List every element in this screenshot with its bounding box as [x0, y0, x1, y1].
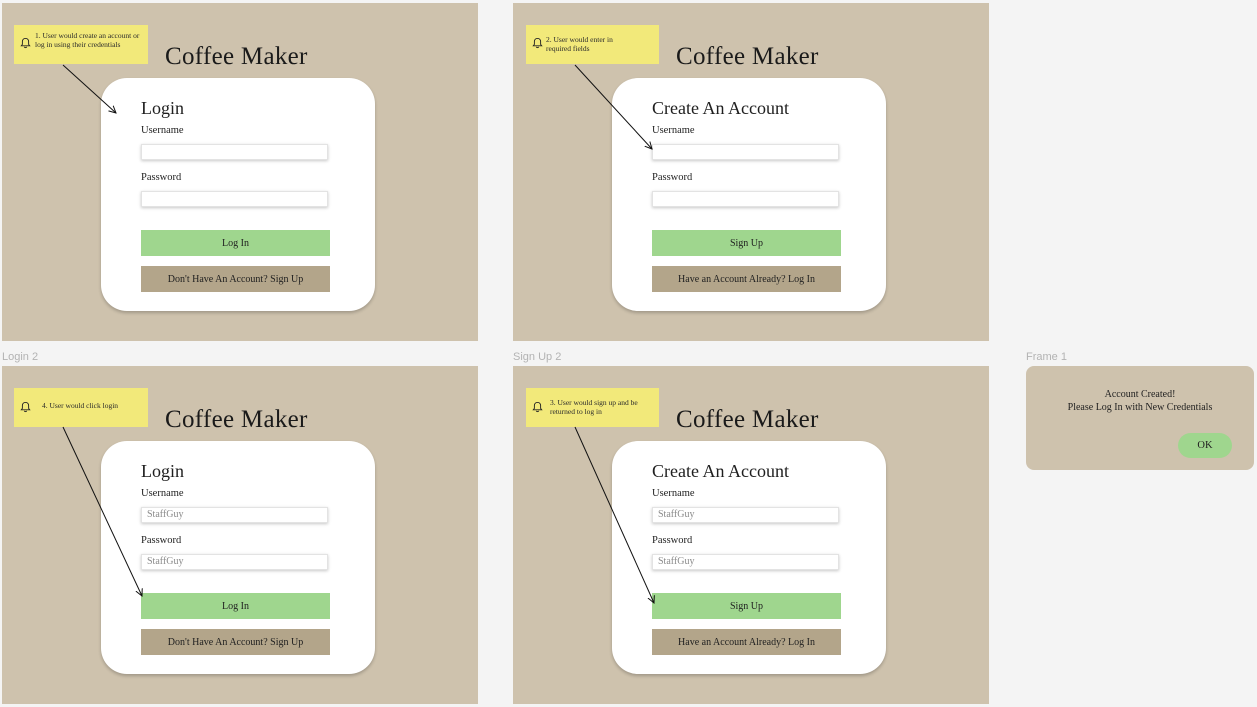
- signup-button[interactable]: Sign Up: [652, 230, 841, 256]
- login-card: Login Username Password Log In Don't Hav…: [101, 78, 375, 311]
- app-title: Coffee Maker: [165, 43, 308, 70]
- login-heading: Login: [141, 461, 184, 481]
- app-title: Coffee Maker: [676, 406, 819, 433]
- note-text: 2. User would enter in required fields: [546, 35, 613, 53]
- app-title: Coffee Maker: [676, 43, 819, 70]
- username-input[interactable]: [141, 144, 328, 160]
- bell-icon: [20, 37, 31, 49]
- password-label: Password: [652, 535, 693, 546]
- app-title: Coffee Maker: [165, 406, 308, 433]
- frame-login: Coffee Maker Login Username Password Log…: [2, 3, 478, 341]
- password-label: Password: [652, 172, 693, 183]
- username-label: Username: [652, 125, 695, 136]
- signup-heading: Create An Account: [652, 461, 789, 481]
- sticky-note-step1: 1. User would create an account or log i…: [14, 25, 148, 64]
- signup-link-button[interactable]: Don't Have An Account? Sign Up: [141, 629, 330, 655]
- dialog-message: Please Log In with New Credentials: [1067, 402, 1213, 413]
- username-label: Username: [141, 125, 184, 136]
- password-label: Password: [141, 535, 182, 546]
- username-input[interactable]: [652, 144, 839, 160]
- bell-icon: [20, 401, 31, 413]
- bell-icon: [532, 401, 543, 413]
- login-button[interactable]: Log In: [141, 593, 330, 619]
- password-input[interactable]: [141, 191, 328, 207]
- sticky-note-step3: 3. User would sign up and be returned to…: [526, 388, 659, 427]
- signup-heading: Create An Account: [652, 98, 789, 118]
- username-label: Username: [652, 488, 695, 499]
- note-text: 1. User would create an account or log i…: [35, 31, 140, 49]
- password-label: Password: [141, 172, 182, 183]
- frame-label-sign-up-2: Sign Up 2: [513, 351, 562, 363]
- username-input[interactable]: StaffGuy: [141, 507, 328, 523]
- ok-button[interactable]: OK: [1178, 433, 1232, 458]
- dialog-title: Account Created!: [1104, 389, 1176, 400]
- password-input[interactable]: StaffGuy: [141, 554, 328, 570]
- sticky-note-step4: 4. User would click login: [14, 388, 148, 427]
- frame-label-frame-1: Frame 1: [1026, 351, 1067, 363]
- password-input[interactable]: [652, 191, 839, 207]
- login-card: Login Username StaffGuy Password StaffGu…: [101, 441, 375, 674]
- bell-icon: [532, 37, 543, 49]
- login-button[interactable]: Log In: [141, 230, 330, 256]
- password-input[interactable]: StaffGuy: [652, 554, 839, 570]
- signup-link-button[interactable]: Don't Have An Account? Sign Up: [141, 266, 330, 292]
- login-link-button[interactable]: Have an Account Already? Log In: [652, 266, 841, 292]
- username-label: Username: [141, 488, 184, 499]
- frame-signup: Coffee Maker Create An Account Username …: [513, 3, 989, 341]
- login-link-button[interactable]: Have an Account Already? Log In: [652, 629, 841, 655]
- account-created-dialog: Account Created! Please Log In with New …: [1026, 366, 1254, 470]
- login-heading: Login: [141, 98, 184, 118]
- frame-signup-2: Coffee Maker Create An Account Username …: [513, 366, 989, 704]
- sticky-note-step2: 2. User would enter in required fields: [526, 25, 659, 64]
- signup-button[interactable]: Sign Up: [652, 593, 841, 619]
- note-text: 3. User would sign up and be returned to…: [550, 398, 638, 416]
- frame-login-2: Coffee Maker Login Username StaffGuy Pas…: [2, 366, 478, 704]
- note-text: 4. User would click login: [42, 401, 119, 410]
- signup-card: Create An Account Username StaffGuy Pass…: [612, 441, 886, 674]
- username-input[interactable]: StaffGuy: [652, 507, 839, 523]
- signup-card: Create An Account Username Password Sign…: [612, 78, 886, 311]
- frame-label-login-2: Login 2: [2, 351, 39, 363]
